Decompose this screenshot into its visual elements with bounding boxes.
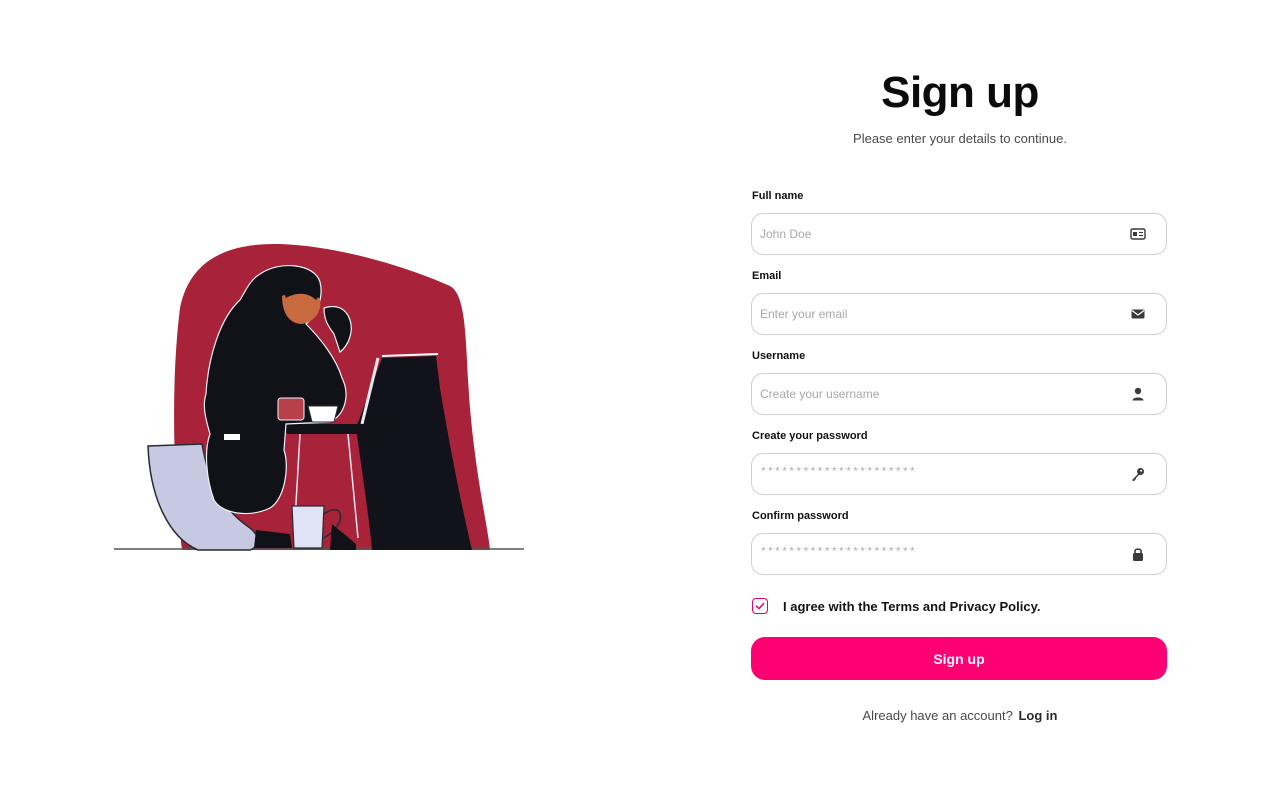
- checkmark-icon: [755, 602, 765, 610]
- full-name-field-group: Full name: [751, 189, 1169, 255]
- full-name-input-wrapper: [751, 213, 1167, 255]
- signup-form-panel: Sign up Please enter your details to con…: [751, 60, 1169, 723]
- confirm-password-mask: **********************: [760, 547, 917, 559]
- lock-icon: [1130, 546, 1146, 562]
- password-field-group: Create your password *******************…: [751, 429, 1169, 495]
- signup-page: Sign up Please enter your details to con…: [0, 0, 1280, 800]
- confirm-password-label: Confirm password: [752, 510, 849, 522]
- login-prompt-text: Already have an account?: [862, 708, 1013, 723]
- username-input[interactable]: [752, 374, 1166, 414]
- agree-checkbox[interactable]: [752, 598, 768, 614]
- login-link[interactable]: Log in: [1018, 708, 1057, 723]
- username-field-group: Username: [751, 349, 1169, 415]
- user-icon: [1130, 386, 1146, 402]
- password-input-wrapper[interactable]: **********************: [751, 453, 1167, 495]
- hero-illustration: [110, 238, 530, 558]
- agree-label: I agree with the Terms and Privacy Polic…: [783, 598, 1041, 614]
- confirm-password-input-wrapper[interactable]: **********************: [751, 533, 1167, 575]
- key-icon: [1130, 466, 1146, 482]
- page-title: Sign up: [881, 68, 1039, 117]
- page-subtitle: Please enter your details to continue.: [853, 131, 1067, 146]
- login-prompt-row: Already have an account? Log in: [751, 708, 1169, 723]
- username-label: Username: [752, 350, 806, 362]
- confirm-password-field-group: Confirm password **********************: [751, 509, 1169, 575]
- email-field-group: Email: [751, 269, 1169, 335]
- full-name-label: Full name: [752, 190, 804, 202]
- id-card-icon: [1130, 226, 1146, 242]
- email-label: Email: [752, 270, 782, 282]
- email-input[interactable]: [752, 294, 1166, 334]
- signup-button[interactable]: Sign up: [751, 637, 1167, 680]
- email-input-wrapper: [751, 293, 1167, 335]
- password-label: Create your password: [752, 430, 868, 442]
- agree-row: I agree with the Terms and Privacy Polic…: [751, 597, 1169, 615]
- password-mask: **********************: [760, 467, 917, 479]
- full-name-input[interactable]: [752, 214, 1166, 254]
- envelope-icon: [1130, 306, 1146, 322]
- signup-fields: Full name Email: [751, 189, 1169, 575]
- username-input-wrapper: [751, 373, 1167, 415]
